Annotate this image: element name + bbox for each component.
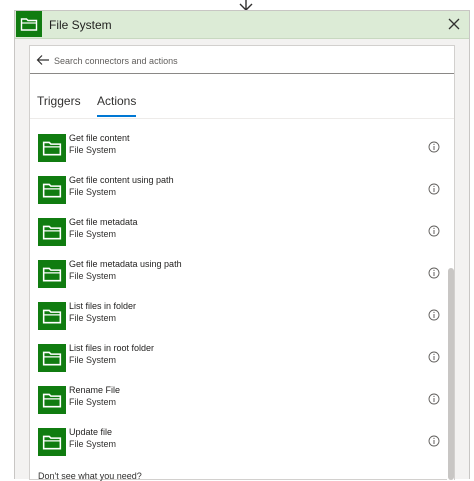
folder-icon (38, 302, 66, 330)
folder-icon (38, 344, 66, 372)
list-item[interactable]: List files in root folder File System (36, 340, 440, 378)
action-connector: File System (69, 187, 117, 197)
tab-actions[interactable]: Actions (97, 94, 137, 117)
list-item[interactable]: Get file content using path File System (36, 172, 440, 210)
help-text: Don't see what you need? (38, 471, 142, 481)
action-title: Update file (69, 427, 113, 437)
action-title: List files in root folder (69, 343, 155, 353)
action-title: Rename File (69, 385, 121, 395)
tab-triggers[interactable]: Triggers (37, 94, 81, 108)
action-connector: File System (69, 439, 117, 449)
action-title: Get file content (69, 133, 130, 143)
list-item[interactable]: Rename File File System (36, 382, 440, 420)
folder-icon (38, 176, 66, 204)
list-item[interactable]: Update file File System (36, 424, 440, 462)
action-title: Get file metadata using path (69, 259, 182, 269)
action-connector: File System (69, 271, 117, 281)
panel-title: File System (49, 18, 112, 32)
action-connector: File System (69, 397, 117, 407)
list-item[interactable]: List files in folder File System (36, 298, 440, 336)
action-connector: File System (69, 145, 117, 155)
connector-panel: File System Triggers Actions Get file co… (14, 10, 470, 481)
list-item[interactable]: Get file metadata File System (36, 214, 440, 252)
panel-header: File System (15, 11, 469, 39)
info-icon[interactable] (428, 435, 440, 447)
action-title: Get file metadata (69, 217, 138, 227)
info-icon[interactable] (428, 141, 440, 153)
tab-bar: Triggers Actions (30, 86, 454, 119)
action-picker: Triggers Actions Get file content File S… (29, 45, 455, 481)
info-icon[interactable] (428, 183, 440, 195)
list-item[interactable]: Get file content File System (36, 130, 440, 168)
action-title: Get file content using path (69, 175, 174, 185)
folder-icon (38, 134, 66, 162)
action-connector: File System (69, 229, 117, 239)
action-connector: File System (69, 313, 117, 323)
folder-icon (38, 428, 66, 456)
close-icon[interactable] (447, 17, 461, 31)
scrollbar-thumb[interactable] (448, 268, 454, 480)
folder-icon (38, 386, 66, 414)
info-icon[interactable] (428, 267, 440, 279)
action-connector: File System (69, 355, 117, 365)
folder-icon (16, 11, 42, 37)
list-item[interactable]: Get file metadata using path File System (36, 256, 440, 294)
back-arrow-icon[interactable] (36, 53, 50, 67)
folder-icon (38, 260, 66, 288)
search-box (30, 46, 454, 74)
action-title: List files in folder (69, 301, 137, 311)
info-icon[interactable] (428, 309, 440, 321)
info-icon[interactable] (428, 225, 440, 237)
search-input[interactable] (52, 50, 446, 72)
info-icon[interactable] (428, 393, 440, 405)
info-icon[interactable] (428, 351, 440, 363)
folder-icon (38, 218, 66, 246)
